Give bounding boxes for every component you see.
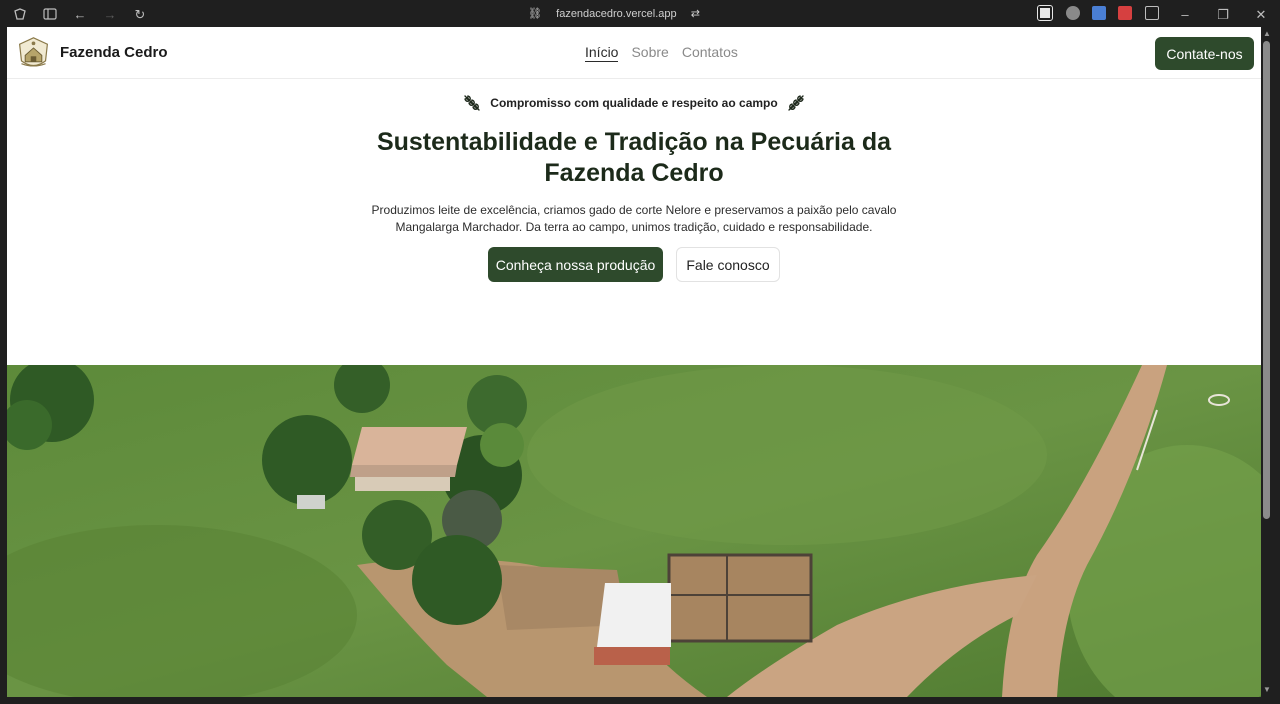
url-text: fazendacedro.vercel.app: [556, 7, 677, 20]
wheat-icon: [788, 95, 804, 111]
address-bar[interactable]: ⛓ fazendacedro.vercel.app ⇄: [528, 4, 700, 23]
extension-red-icon[interactable]: [1118, 6, 1132, 20]
tagline-text: Compromisso com qualidade e respeito ao …: [490, 96, 778, 110]
reload-icon[interactable]: ↻: [131, 5, 149, 23]
wheat-icon: [464, 95, 480, 111]
brand-name[interactable]: Fazenda Cedro: [60, 44, 168, 61]
extension-icon[interactable]: [1066, 6, 1080, 20]
close-icon[interactable]: ✕: [1252, 5, 1270, 23]
restore-icon[interactable]: ❐: [1214, 5, 1232, 23]
farm-logo[interactable]: [15, 35, 52, 72]
browser-chrome: ← → ↻ ⛓ fazendacedro.vercel.app ⇄ – ❐ ✕: [0, 0, 1280, 27]
hero-tagline: Compromisso com qualidade e respeito ao …: [7, 93, 1261, 113]
scroll-up-icon[interactable]: ▲: [1262, 29, 1272, 39]
link-icon: ⛓: [528, 8, 542, 20]
nav-sobre[interactable]: Sobre: [631, 44, 668, 62]
browser-menu-icon[interactable]: [11, 5, 29, 23]
hero-description: Produzimos leite de excelência, criamos …: [371, 203, 897, 234]
page-scrollbar[interactable]: ▲ ▼: [1261, 27, 1273, 697]
talk-to-us-button[interactable]: Fale conosco: [676, 247, 780, 282]
picture-in-picture-icon[interactable]: [1037, 5, 1053, 21]
forward-icon[interactable]: →: [101, 5, 119, 23]
site-header: Fazenda Cedro Início Sobre Contatos Cont…: [7, 27, 1261, 79]
contact-us-button[interactable]: Contate-nos: [1155, 37, 1254, 70]
minimize-icon[interactable]: –: [1176, 5, 1194, 23]
split-view-icon[interactable]: [1145, 6, 1159, 20]
main-nav: Início Sobre Contatos: [585, 44, 738, 62]
sidebar-toggle-icon[interactable]: [41, 5, 59, 23]
site-settings-icon[interactable]: ⇄: [691, 7, 700, 20]
aerial-farm-image: [7, 365, 1261, 697]
our-production-button[interactable]: Conheça nossa produção: [488, 247, 663, 282]
nav-inicio[interactable]: Início: [585, 44, 619, 62]
extension-docs-icon[interactable]: [1092, 6, 1106, 20]
scroll-down-icon[interactable]: ▼: [1262, 685, 1272, 695]
hero-title: Sustentabilidade e Tradição na Pecuária …: [376, 128, 892, 187]
nav-contatos[interactable]: Contatos: [682, 44, 738, 62]
back-icon[interactable]: ←: [71, 5, 89, 23]
page-viewport: Fazenda Cedro Início Sobre Contatos Cont…: [7, 27, 1261, 697]
scrollbar-thumb[interactable]: [1263, 41, 1270, 519]
